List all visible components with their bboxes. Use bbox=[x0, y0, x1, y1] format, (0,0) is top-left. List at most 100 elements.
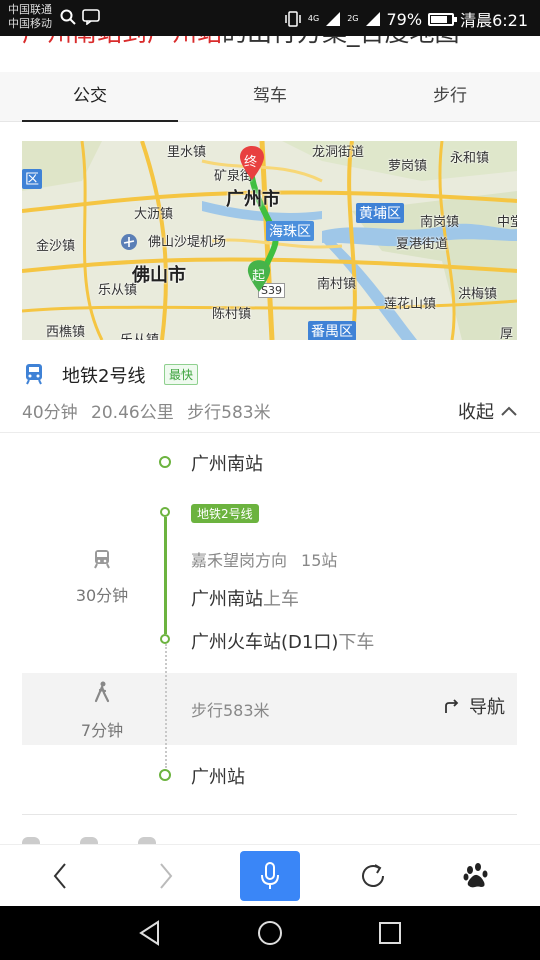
battery-percent: 79% bbox=[386, 9, 423, 29]
carrier-info: 中国联通 中国移动 bbox=[8, 3, 52, 31]
tab-walk[interactable]: 步行 bbox=[360, 72, 540, 121]
map-label: 夏港街道 bbox=[396, 237, 449, 252]
route-walk: 步行583米 bbox=[187, 403, 271, 423]
system-navigation-bar bbox=[0, 906, 540, 960]
refresh-button[interactable] bbox=[343, 851, 403, 901]
alight-dot bbox=[160, 634, 170, 644]
square-recents-icon bbox=[379, 922, 401, 944]
system-back-button[interactable] bbox=[135, 918, 165, 948]
system-home-button[interactable] bbox=[255, 918, 285, 948]
status-right: 4G 2G 79% 清晨6:21 bbox=[284, 7, 528, 31]
baidu-home-button[interactable] bbox=[446, 851, 506, 901]
origin-dot bbox=[159, 456, 171, 468]
search-icon bbox=[60, 9, 76, 25]
board-suffix: 上车 bbox=[263, 589, 299, 610]
map-label: 乐从镇 bbox=[120, 329, 159, 340]
map-label: 莲花山镇 bbox=[384, 297, 437, 312]
fastest-badge: 最快 bbox=[164, 364, 199, 385]
destination-station: 广州站 bbox=[191, 767, 245, 788]
route-distance: 20.46公里 bbox=[91, 403, 174, 423]
route-duration: 40分钟 bbox=[22, 403, 78, 423]
navigate-button[interactable]: 导航 bbox=[443, 693, 505, 719]
refresh-icon bbox=[362, 864, 384, 887]
clock: 清晨6:21 bbox=[460, 11, 528, 30]
map-label: 萝岗镇 bbox=[388, 159, 428, 174]
direction-info: 嘉禾望岗方向 15站 bbox=[191, 547, 337, 571]
map-label: 南岗镇 bbox=[420, 215, 460, 230]
metro-duration: 30分钟 bbox=[75, 586, 129, 605]
map-district: 区 bbox=[22, 169, 42, 189]
navigate-label: 导航 bbox=[469, 697, 505, 718]
browser-toolbar bbox=[0, 844, 540, 906]
carrier-1: 中国联通 bbox=[8, 3, 52, 16]
battery-icon bbox=[428, 12, 458, 26]
map-label-city: 佛山市 bbox=[132, 265, 186, 286]
collapse-label: 收起 bbox=[458, 402, 494, 423]
airport-icon bbox=[121, 234, 137, 250]
line-badge: 地铁2号线 bbox=[191, 504, 259, 523]
status-bar: 中国联通 中国移动 4G 2G 79% 清晨6:21 bbox=[0, 0, 540, 36]
circle-home-icon bbox=[258, 921, 282, 945]
battery-level bbox=[431, 15, 448, 23]
collapse-button[interactable]: 收起 bbox=[458, 398, 518, 424]
signal-icon-2 bbox=[365, 12, 380, 26]
direction: 嘉禾望岗方向 bbox=[191, 551, 288, 570]
walk-duration: 7分钟 bbox=[80, 721, 124, 740]
map-label: 里水镇 bbox=[167, 145, 207, 160]
board-dot bbox=[160, 507, 170, 517]
triangle-back-icon bbox=[139, 920, 159, 946]
alight-station: 广州火车站(D1口)下车 bbox=[191, 628, 374, 654]
end-marker-label: 终 bbox=[244, 155, 258, 170]
route-header[interactable]: 地铁2号线 最快 bbox=[22, 360, 517, 390]
alight-station-name: 广州火车站(D1口) bbox=[191, 632, 339, 653]
system-recents-button[interactable] bbox=[375, 918, 405, 948]
tab-transit[interactable]: 公交 bbox=[0, 72, 180, 122]
map-district: 黄埔区 bbox=[356, 203, 404, 223]
map-label-city: 广州市 bbox=[226, 189, 280, 210]
mode-tabs: 公交 驾车 步行 bbox=[0, 72, 540, 122]
carrier-2: 中国移动 bbox=[8, 17, 52, 30]
route-stats: 40分钟 20.46公里 步行583米 bbox=[22, 398, 279, 423]
metro-segment-info: 30分钟 bbox=[22, 548, 182, 606]
map-label: 乐从镇 bbox=[98, 283, 138, 298]
map-label: 中堂 bbox=[497, 215, 517, 230]
origin-station: 广州南站 bbox=[191, 454, 263, 475]
signal-icon bbox=[326, 12, 341, 26]
map-label: 佛山沙堤机场 bbox=[148, 235, 227, 250]
map-district: 番禺区 bbox=[308, 321, 356, 340]
map-label: 西樵镇 bbox=[46, 325, 86, 340]
map-district: 海珠区 bbox=[266, 221, 314, 241]
message-icon bbox=[82, 9, 100, 25]
metro-icon bbox=[26, 364, 42, 385]
stop-count: 15站 bbox=[301, 551, 338, 570]
map-label: 陈村镇 bbox=[212, 307, 252, 322]
map-label: 永和镇 bbox=[450, 151, 490, 166]
route-name: 地铁2号线 bbox=[62, 366, 146, 387]
next-route-peek bbox=[22, 836, 517, 844]
map-label: 南村镇 bbox=[317, 277, 357, 292]
network-type-1: 4G bbox=[307, 14, 320, 23]
chevron-left-icon bbox=[53, 863, 66, 889]
board-station: 广州南站上车 bbox=[191, 585, 299, 611]
map-label: 龙洞街道 bbox=[312, 145, 365, 160]
chevron-up-icon bbox=[501, 406, 517, 416]
start-marker-label: 起 bbox=[252, 269, 266, 284]
baidu-paw-icon bbox=[463, 863, 488, 888]
map-label: 洪梅镇 bbox=[458, 287, 498, 302]
map-label: 大沥镇 bbox=[134, 207, 174, 222]
vibrate-icon bbox=[285, 11, 301, 27]
map-label: 金沙镇 bbox=[36, 239, 76, 254]
back-button[interactable] bbox=[30, 851, 90, 901]
route-map[interactable]: 里水镇 龙洞街道 永和镇 萝岗镇 矿泉街 区 广州市 黄埔区 大沥镇 南岗镇 中… bbox=[22, 141, 517, 340]
walking-person-icon bbox=[94, 681, 110, 703]
turn-arrow-icon bbox=[445, 699, 459, 713]
tab-drive[interactable]: 驾车 bbox=[180, 72, 360, 121]
map-label: 厚 bbox=[500, 327, 514, 340]
train-icon bbox=[94, 550, 110, 569]
walk-segment-info: 7分钟 bbox=[22, 681, 182, 741]
divider bbox=[22, 814, 517, 815]
destination-dot bbox=[159, 769, 171, 781]
chevron-right-icon bbox=[160, 863, 173, 889]
forward-button[interactable] bbox=[136, 851, 196, 901]
voice-search-button[interactable] bbox=[240, 851, 300, 901]
